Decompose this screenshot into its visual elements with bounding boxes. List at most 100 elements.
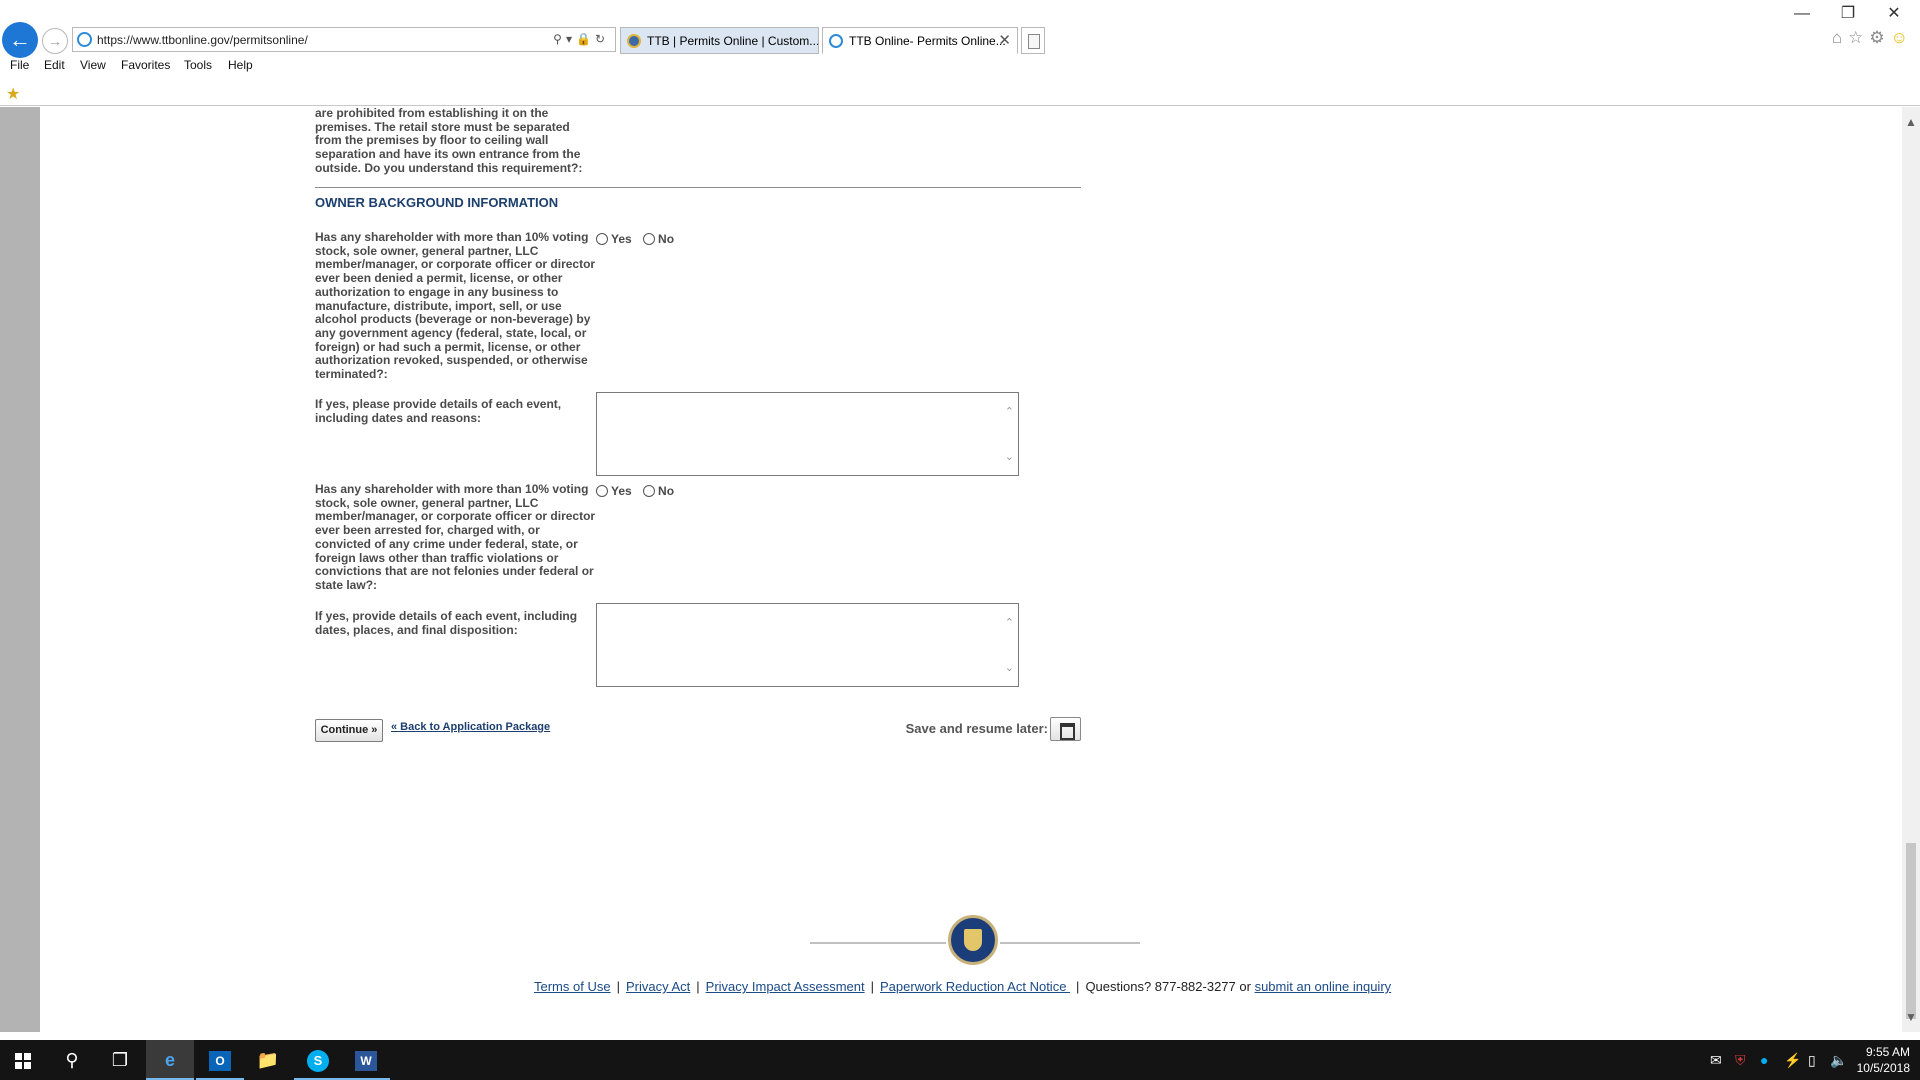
- gear-icon[interactable]: ⚙: [1869, 28, 1890, 47]
- restore-icon[interactable]: ❐: [1826, 2, 1870, 26]
- arrest-no[interactable]: No: [643, 484, 674, 498]
- online-inquiry-link[interactable]: submit an online inquiry: [1255, 979, 1392, 994]
- add-favorites-icon[interactable]: ★: [6, 84, 20, 104]
- ie-page-icon: [77, 32, 92, 47]
- denied-details-label: If yes, please provide details of each e…: [315, 397, 562, 425]
- footer-ornament-right: [1000, 942, 1140, 944]
- star-icon[interactable]: ☆: [1848, 28, 1869, 47]
- task-view-icon[interactable]: ❐: [96, 1040, 144, 1080]
- dropdown-icon[interactable]: ▾: [566, 32, 576, 46]
- menu-view[interactable]: View: [80, 58, 106, 72]
- denied-details-textarea[interactable]: ⌃ ⌄: [596, 392, 1019, 476]
- footer-separator: |: [870, 979, 874, 994]
- network-status-icon[interactable]: ⚡: [1784, 1040, 1801, 1080]
- internet-explorer-icon[interactable]: e: [146, 1040, 194, 1080]
- radio-icon[interactable]: [596, 485, 608, 497]
- skype-tray-icon[interactable]: ●: [1760, 1040, 1768, 1080]
- refresh-icon[interactable]: ↻: [595, 32, 609, 46]
- ttb-seal-icon: [627, 34, 641, 48]
- denied-permit-question: Has any shareholder with more than 10% v…: [315, 230, 596, 382]
- word-icon[interactable]: W: [342, 1040, 390, 1080]
- home-icon[interactable]: ⌂: [1832, 28, 1848, 47]
- back-to-application-link[interactable]: « Back to Application Package: [391, 721, 550, 733]
- system-clock[interactable]: 9:55 AM 10/5/2018: [1857, 1044, 1910, 1076]
- radio-icon[interactable]: [596, 233, 608, 245]
- tab-label: TTB | Permits Online | Custom...: [647, 34, 819, 48]
- menu-tools[interactable]: Tools: [184, 58, 212, 72]
- radio-icon[interactable]: [643, 233, 656, 245]
- scroll-up-icon[interactable]: ⌃: [1005, 616, 1014, 629]
- section-divider: [315, 187, 1081, 188]
- clock-date: 10/5/2018: [1856, 1061, 1910, 1075]
- footer-separator: |: [616, 979, 620, 994]
- forward-arrow-icon[interactable]: →: [42, 28, 68, 54]
- scroll-up-icon[interactable]: ⌃: [1005, 405, 1014, 418]
- footer-separator: |: [696, 979, 700, 994]
- file-explorer-icon[interactable]: 📁: [244, 1040, 292, 1080]
- windows-logo-icon: [15, 1053, 31, 1069]
- skype-icon[interactable]: S: [294, 1040, 342, 1080]
- denied-permit-radio-group: Yes No: [596, 232, 682, 246]
- battery-icon[interactable]: ▯: [1808, 1040, 1816, 1080]
- denied-permit-yes[interactable]: Yes: [596, 232, 632, 246]
- scrollbar-thumb[interactable]: [1906, 843, 1916, 1019]
- lock-icon[interactable]: 🔒: [576, 32, 595, 46]
- retail-store-question: are prohibited from establishing it on t…: [315, 107, 583, 175]
- save-resume-label: Save and resume later:: [905, 721, 1048, 736]
- menu-file[interactable]: File: [10, 58, 29, 72]
- shield-icon[interactable]: ⛨: [1735, 1040, 1746, 1080]
- arrest-question: Has any shareholder with more than 10% v…: [315, 482, 596, 592]
- new-tab-button[interactable]: [1021, 27, 1045, 54]
- terms-of-use-link[interactable]: Terms of Use: [534, 979, 611, 994]
- section-title: OWNER BACKGROUND INFORMATION: [315, 195, 559, 210]
- continue-button[interactable]: Continue »: [315, 719, 383, 742]
- search-icon[interactable]: ⚲: [48, 1040, 96, 1080]
- menu-help[interactable]: Help: [228, 58, 253, 72]
- left-gutter: [0, 107, 40, 1032]
- questions-text: Questions? 877-882-3277 or: [1085, 979, 1251, 994]
- url-text[interactable]: https://www.ttbonline.gov/permitsonline/: [97, 33, 308, 47]
- address-tools: ⚲▾🔒↻: [553, 32, 609, 46]
- search-icon[interactable]: ⚲: [553, 32, 566, 46]
- outlook-tray-icon[interactable]: ✉: [1710, 1040, 1722, 1080]
- outlook-icon[interactable]: O: [196, 1040, 244, 1080]
- vertical-scrollbar[interactable]: ▲ ▼: [1902, 107, 1920, 1032]
- page-viewport: are prohibited from establishing it on t…: [0, 107, 1920, 1032]
- ie-page-icon: [829, 34, 843, 48]
- arrest-radio-group: Yes No: [596, 484, 682, 498]
- tab-permits-custom[interactable]: TTB | Permits Online | Custom...: [620, 27, 819, 54]
- arrest-yes[interactable]: Yes: [596, 484, 632, 498]
- close-window-icon[interactable]: ✕: [1872, 2, 1916, 26]
- browser-chrome: ← → https://www.ttbonline.gov/permitsonl…: [0, 0, 1920, 106]
- denied-permit-no[interactable]: No: [643, 232, 674, 246]
- scroll-down-icon[interactable]: ⌄: [1005, 450, 1014, 463]
- footer-links: Terms of Use | Privacy Act | Privacy Impact …: [534, 979, 1391, 994]
- footer-separator: |: [1076, 979, 1080, 994]
- paperwork-reduction-link[interactable]: Paperwork Reduction Act Notice: [880, 979, 1070, 994]
- scroll-down-icon[interactable]: ⌄: [1005, 661, 1014, 674]
- toolbar-icons: ⌂☆⚙☺: [1832, 28, 1914, 48]
- close-tab-icon[interactable]: ✕: [998, 28, 1011, 53]
- menu-favorites[interactable]: Favorites: [121, 58, 170, 72]
- privacy-impact-link[interactable]: Privacy Impact Assessment: [706, 979, 865, 994]
- arrest-details-label: If yes, provide details of each event, i…: [315, 609, 578, 637]
- save-icon[interactable]: [1050, 717, 1081, 741]
- arrest-details-textarea[interactable]: ⌃ ⌄: [596, 603, 1019, 687]
- privacy-act-link[interactable]: Privacy Act: [626, 979, 690, 994]
- taskbar: ⚲ ❐ e O 📁 S W ✉ ⛨ ● ⚡ ▯ 🔈 9:55 AM 10/5/2…: [0, 1040, 1920, 1080]
- menu-edit[interactable]: Edit: [44, 58, 65, 72]
- scroll-down-icon[interactable]: ▼: [1902, 1010, 1920, 1024]
- tab-label: TTB Online- Permits Online...: [849, 34, 1006, 48]
- back-arrow-icon[interactable]: ←: [2, 22, 38, 58]
- scroll-up-icon[interactable]: ▲: [1902, 115, 1920, 129]
- start-button[interactable]: [0, 1040, 48, 1080]
- tab-permits-online[interactable]: TTB Online- Permits Online... ✕: [822, 27, 1018, 54]
- smiley-icon[interactable]: ☺: [1891, 28, 1914, 47]
- radio-icon[interactable]: [643, 485, 656, 497]
- treasury-seal-icon: [948, 915, 998, 965]
- volume-icon[interactable]: 🔈: [1830, 1040, 1847, 1080]
- address-bar[interactable]: https://www.ttbonline.gov/permitsonline/…: [72, 27, 616, 52]
- footer-ornament-left: [810, 942, 946, 944]
- screen: ← → https://www.ttbonline.gov/permitsonl…: [0, 0, 1920, 1080]
- minimize-icon[interactable]: —: [1780, 2, 1824, 26]
